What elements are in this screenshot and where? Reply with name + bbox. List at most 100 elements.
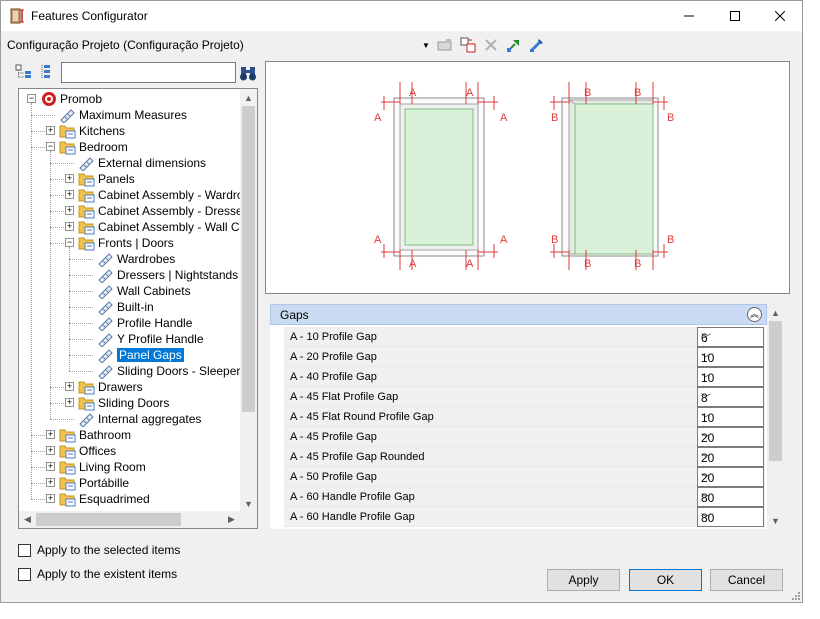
property-value-select[interactable]: 6 ﹀ [697, 327, 764, 347]
import-icon[interactable] [436, 36, 454, 54]
chevron-down-icon[interactable]: ﹀ [701, 470, 760, 485]
dropdown-icon[interactable]: ▼ [421, 36, 431, 54]
tree-item[interactable]: Kitchens [59, 123, 125, 139]
tree-item[interactable]: Bedroom [59, 139, 128, 155]
ok-button[interactable]: OK [629, 569, 702, 591]
tree-connector [31, 103, 32, 499]
cancel-button[interactable]: Cancel [710, 569, 783, 591]
tree-item-label: Offices [79, 444, 117, 458]
property-value-select[interactable]: 20 ﹀ [697, 467, 764, 487]
expand-icon[interactable]: + [65, 174, 74, 183]
chevron-down-icon[interactable]: ﹀ [701, 390, 760, 405]
expand-icon[interactable]: + [65, 398, 74, 407]
grid-vertical-scrollbar[interactable]: ▲ ▼ [767, 304, 784, 529]
chevron-down-icon[interactable]: ﹀ [701, 330, 760, 345]
property-value-select[interactable]: 10 ﹀ [697, 347, 764, 367]
tree-item[interactable]: Panel Gaps [97, 347, 184, 363]
tree-item[interactable]: Panels [78, 171, 135, 187]
maximize-button[interactable] [712, 1, 758, 31]
tree-item[interactable]: Sliding Doors [78, 395, 169, 411]
copy-icon[interactable] [459, 36, 477, 54]
tree-scroll-thumb[interactable] [242, 106, 255, 412]
binoculars-icon[interactable] [239, 64, 257, 82]
tree-item[interactable]: Drawers [78, 379, 143, 395]
tree-hscroll-thumb[interactable] [36, 513, 181, 526]
property-value-select[interactable]: 10 ﹀ [697, 407, 764, 427]
tree-item[interactable]: Wall Cabinets [97, 283, 191, 299]
expand-icon[interactable]: + [46, 430, 55, 439]
scroll-right-icon[interactable]: ▶ [223, 511, 240, 528]
property-value-select[interactable]: 80 ﹀ [697, 507, 764, 527]
tree-item[interactable]: External dimensions [78, 155, 206, 171]
tree-item[interactable]: Sliding Doors - Sleepers [97, 363, 246, 379]
checkbox-box[interactable] [18, 543, 31, 557]
resize-grip-icon[interactable] [790, 590, 800, 600]
tree-item[interactable]: Living Room [59, 459, 146, 475]
tree-item[interactable]: Cabinet Assembly - Dressers | [78, 203, 257, 219]
collapse-icon[interactable]: − [65, 238, 74, 247]
collapse-icon[interactable]: − [27, 94, 36, 103]
collapse-section-icon[interactable]: ︽ [747, 307, 762, 322]
property-value-select[interactable]: 8 ﹀ [697, 387, 764, 407]
scroll-down-icon[interactable]: ▼ [240, 495, 257, 512]
tree-item[interactable]: Built-in [97, 299, 154, 315]
expand-all-icon[interactable] [15, 64, 33, 80]
tree-item[interactable]: Portábille [59, 475, 129, 491]
expand-icon[interactable]: + [65, 382, 74, 391]
grid-section-header[interactable]: Gaps ︽ [270, 304, 767, 325]
chevron-down-icon[interactable]: ﹀ [701, 490, 760, 505]
expand-icon[interactable]: + [65, 190, 74, 199]
scroll-down-icon[interactable]: ▼ [767, 512, 784, 529]
tree-item[interactable]: Y Profile Handle [97, 331, 204, 347]
chevron-down-icon[interactable]: ﹀ [701, 450, 760, 465]
property-value-select[interactable]: 80 ﹀ [697, 487, 764, 507]
edit-icon[interactable] [528, 36, 546, 54]
property-value-select[interactable]: 10 ﹀ [697, 367, 764, 387]
tree-item[interactable]: Fronts | Doors [78, 235, 174, 251]
tree-item-label: Bedroom [79, 140, 128, 154]
checkbox-box[interactable] [18, 567, 31, 581]
apply-button[interactable]: Apply [547, 569, 620, 591]
tree-item[interactable]: Esquadrimed [59, 491, 150, 507]
tree-item[interactable]: Internal aggregates [78, 411, 201, 427]
expand-icon[interactable]: + [65, 206, 74, 215]
expand-icon[interactable]: + [46, 494, 55, 503]
scroll-up-icon[interactable]: ▲ [240, 89, 257, 106]
property-value-select[interactable]: 20 ﹀ [697, 427, 764, 447]
tree-item[interactable]: Cabinet Assembly - Wardrobe [78, 187, 257, 203]
collapse-all-icon[interactable] [41, 64, 55, 80]
property-value-select[interactable]: 20 ﹀ [697, 447, 764, 467]
features-tree[interactable]: − Promob Maximum Measures + Kitchens − Bedroom… [18, 88, 258, 529]
tree-item[interactable]: Offices [59, 443, 116, 459]
delete-icon[interactable] [482, 36, 500, 54]
chevron-down-icon[interactable]: ﹀ [701, 510, 760, 525]
scroll-up-icon[interactable]: ▲ [767, 304, 784, 321]
scroll-left-icon[interactable]: ◀ [19, 511, 36, 528]
expand-icon[interactable]: + [46, 126, 55, 135]
apply-selected-checkbox[interactable]: Apply to the selected items [18, 543, 180, 557]
close-button[interactable] [757, 1, 803, 31]
expand-icon[interactable]: + [46, 446, 55, 455]
chevron-down-icon[interactable]: ﹀ [701, 370, 760, 385]
tree-item[interactable]: Maximum Measures [59, 107, 187, 123]
tree-item[interactable]: Cabinet Assembly - Wall Cabi [78, 219, 256, 235]
chevron-down-icon[interactable]: ﹀ [701, 410, 760, 425]
export-icon[interactable] [505, 36, 523, 54]
minimize-button[interactable] [666, 1, 712, 31]
tree-item[interactable]: Bathroom [59, 427, 131, 443]
chevron-down-icon[interactable]: ﹀ [701, 350, 760, 365]
tree-vertical-scrollbar[interactable]: ▲ ▼ [240, 89, 257, 512]
grid-scroll-thumb[interactable] [769, 321, 782, 461]
apply-existent-checkbox[interactable]: Apply to the existent items [18, 567, 177, 581]
tree-item[interactable]: Promob [40, 91, 102, 107]
chevron-down-icon[interactable]: ﹀ [701, 430, 760, 445]
collapse-icon[interactable]: − [46, 142, 55, 151]
tree-horizontal-scrollbar[interactable]: ◀ ▶ [19, 511, 257, 528]
expand-icon[interactable]: + [65, 222, 74, 231]
tree-search-input[interactable] [61, 62, 236, 83]
tree-item[interactable]: Dressers | Nightstands [97, 267, 238, 283]
expand-icon[interactable]: + [46, 478, 55, 487]
tree-item[interactable]: Profile Handle [97, 315, 192, 331]
tree-item[interactable]: Wardrobes [97, 251, 175, 267]
expand-icon[interactable]: + [46, 462, 55, 471]
